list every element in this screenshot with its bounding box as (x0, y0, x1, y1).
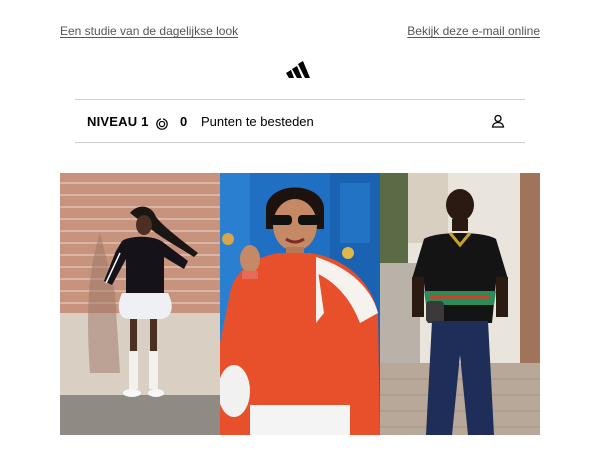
photo-woman-brick-wall[interactable] (60, 173, 220, 435)
membership-level: NIVEAU 1 (87, 114, 149, 129)
points-label: Punten te besteden (201, 114, 314, 129)
photo-man-jersey[interactable] (380, 173, 540, 435)
photo-woman-red-jacket[interactable] (220, 173, 380, 435)
hero-image[interactable] (60, 173, 540, 435)
adidas-logo-icon[interactable] (286, 60, 314, 78)
view-online-link[interactable]: Bekijk deze e-mail online (407, 24, 540, 38)
preheader: Een studie van de dagelijkse look Bekijk… (60, 24, 540, 40)
loyalty-bar: NIVEAU 1 0 Punten te besteden (75, 99, 525, 143)
user-icon[interactable] (491, 114, 505, 128)
daily-look-link[interactable]: Een studie van de dagelijkse look (60, 24, 238, 38)
points-coin-icon (156, 117, 168, 130)
points-count: 0 (180, 114, 188, 129)
